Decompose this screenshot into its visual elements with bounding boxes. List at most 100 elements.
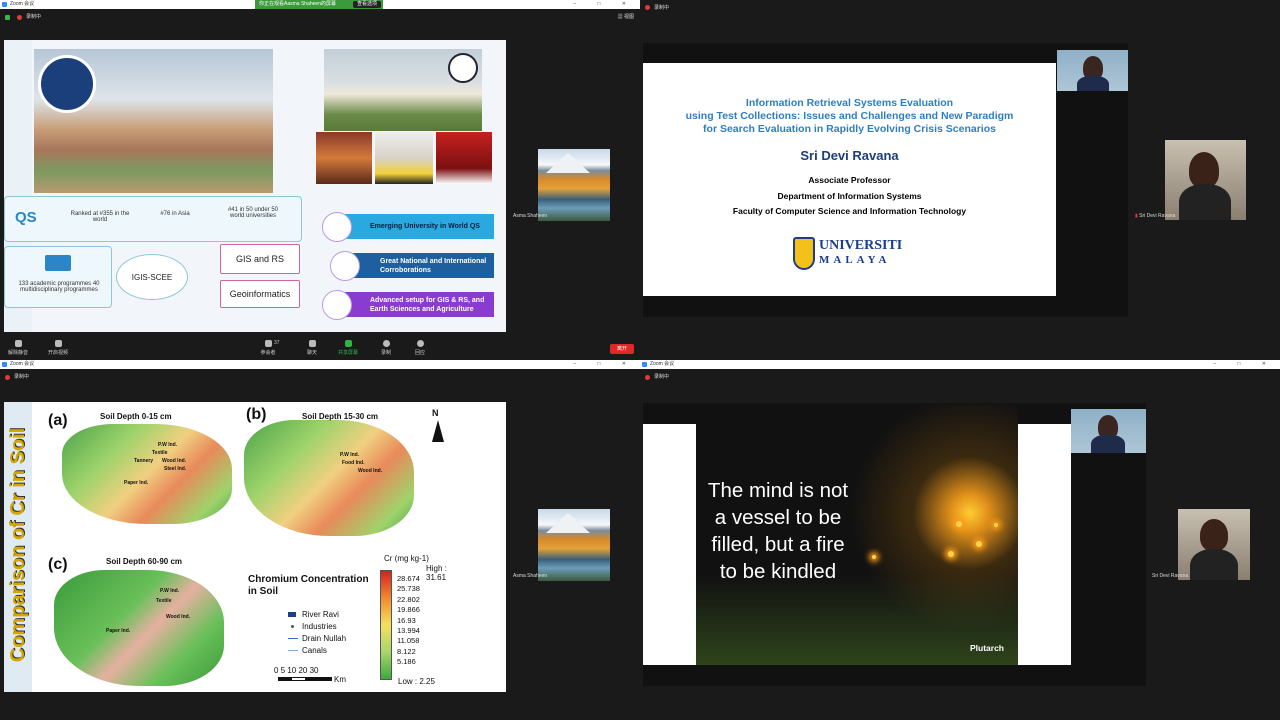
legend-drain: Drain Nullah xyxy=(302,634,347,643)
zoom-logo-icon xyxy=(642,362,647,367)
universiti-malaya-logo: UNIVERSITI MALAYA xyxy=(793,237,905,273)
presentation-area-2: Information Retrieval Systems Evaluation… xyxy=(643,43,1128,317)
leave-button[interactable]: 离开 xyxy=(610,344,634,354)
zoom-logo-icon xyxy=(2,2,7,7)
news-thumb-1 xyxy=(316,132,372,184)
legend-industries: Industries xyxy=(302,622,337,631)
colorbar-unit: Cr (mg kg-1) xyxy=(384,554,429,563)
person-silhouette xyxy=(1189,152,1219,188)
window-controls[interactable]: – □ ✕ xyxy=(573,360,636,369)
view-button[interactable]: ▦ 视图 xyxy=(618,13,634,20)
rankings-box: QS Ranked at #355 in the world #76 in As… xyxy=(4,196,302,242)
qs-logo: QS xyxy=(15,209,37,226)
shared-screen: QS Ranked at #355 in the world #76 in As… xyxy=(4,40,506,332)
talk-title: Information Retrieval Systems Evaluation… xyxy=(685,97,1014,135)
microphone-icon xyxy=(14,340,22,347)
quote-slide-area: The mind is not a vessel to be filled, b… xyxy=(643,403,1146,686)
north-arrow-label: N xyxy=(432,408,439,418)
mountain-shape xyxy=(546,513,590,533)
mountain-shape xyxy=(546,153,590,173)
circle-2 xyxy=(330,251,360,281)
zoom-window-1: Zoom 会议 – □ ✕ 你正在观看Aasma Shaheen的屏幕 查看选项… xyxy=(0,0,640,360)
record-icon xyxy=(382,340,390,347)
colorbar-high: High : 31.61 xyxy=(426,564,447,582)
record-dot-icon xyxy=(17,15,22,20)
chromium-maps-figure: (a) (b) (c) Soil Depth 0-15 cm Soil Dept… xyxy=(34,402,454,692)
legend-title: Chromium Concentration in Soil xyxy=(248,574,369,597)
participant-video-asma[interactable] xyxy=(538,149,610,221)
chat-icon xyxy=(308,340,316,347)
legend-canals: Canals xyxy=(302,646,327,655)
participant-name: Sri Devi Ravana xyxy=(1152,573,1189,579)
sparkle-icon xyxy=(994,523,998,527)
building-photo xyxy=(324,49,482,131)
window-controls[interactable]: – □ ✕ xyxy=(573,0,636,9)
slide-margin-right xyxy=(1018,424,1071,665)
circle-1 xyxy=(322,212,352,242)
recording-bar: 录制中 xyxy=(0,369,640,386)
news-thumb-3 xyxy=(436,132,492,184)
recording-label: 录制中 xyxy=(654,374,670,380)
person-silhouette xyxy=(1200,519,1228,551)
window-title: Zoom 会议 xyxy=(10,361,35,367)
speaker-name: Sri Devi Ravana xyxy=(800,148,899,163)
map-panel-a xyxy=(62,424,232,524)
view-options-button[interactable]: 查看选项 xyxy=(352,1,381,8)
legend-river: River Ravi xyxy=(302,610,339,619)
screen-share-banner: 你正在观看Aasma Shaheen的屏幕 查看选项 xyxy=(255,0,383,9)
crest-icon xyxy=(793,237,815,270)
canal-symbol-icon xyxy=(288,650,298,651)
share-screen-button[interactable]: 共享屏幕 xyxy=(334,340,362,356)
river-symbol-icon xyxy=(288,612,296,617)
title-bar: Zoom 会议 – □ ✕ xyxy=(640,360,1280,369)
chat-button[interactable]: 聊天 xyxy=(298,340,326,356)
drain-symbol-icon xyxy=(288,638,298,639)
title-bar: Zoom 会议 – □ ✕ xyxy=(0,360,640,369)
reactions-button[interactable]: 回应 xyxy=(406,340,434,356)
record-dot-icon xyxy=(645,375,650,380)
sparkler-photo: The mind is not a vessel to be filled, b… xyxy=(696,403,1018,665)
video-button[interactable]: 开启视频 xyxy=(44,340,72,356)
news-thumb-2 xyxy=(375,132,433,184)
university-seal-icon xyxy=(38,55,96,113)
participant-name: Asma Shaheen xyxy=(513,213,548,219)
participant-video-asma-2[interactable] xyxy=(538,509,610,581)
north-arrow-icon xyxy=(432,420,444,442)
graduation-cap-icon xyxy=(45,255,71,271)
pill-advanced: Advanced setup for GIS & RS, and Earth S… xyxy=(334,292,494,317)
map-panel-c xyxy=(54,570,224,686)
shared-screen-map: Comparison of Cr in Soil (a) (b) (c) Soi… xyxy=(4,402,506,692)
window-title: Zoom 会议 xyxy=(10,1,35,7)
speaker-self-video[interactable] xyxy=(1057,50,1128,91)
participant-video-sri-devi-2[interactable] xyxy=(1178,509,1250,580)
pill-emerging: Emerging University in World QS xyxy=(334,214,494,239)
campus-photo xyxy=(34,49,273,193)
title-slide: Information Retrieval Systems Evaluation… xyxy=(643,63,1056,296)
scale-bar xyxy=(278,677,332,681)
geoinformatics-box: Geoinformatics xyxy=(220,280,300,308)
speaker-self-video-2[interactable] xyxy=(1071,409,1146,453)
security-shield-icon[interactable] xyxy=(5,15,10,20)
mic-muted-icon: ▮ xyxy=(1135,213,1138,219)
scale-bar-label: 0 5 10 20 30 xyxy=(274,666,319,675)
participant-video-sri-devi[interactable] xyxy=(1165,140,1246,220)
participant-name: ▮ Sri Devi Ravana xyxy=(1135,213,1176,219)
quote-author: Plutarch xyxy=(969,643,1004,653)
slide-margin-left xyxy=(643,424,696,665)
recording-label: 录制中 xyxy=(654,5,670,11)
recording-label: 录制中 xyxy=(14,374,30,380)
circle-3 xyxy=(322,290,352,320)
window-controls[interactable]: – □ ✕ xyxy=(1213,360,1276,369)
participants-count: 37 xyxy=(274,340,280,346)
camera-icon xyxy=(54,340,62,347)
sparkle-icon xyxy=(872,555,876,559)
speaker-affiliation: Associate Professor Department of Inform… xyxy=(732,175,967,216)
mute-button[interactable]: 解除静音 xyxy=(4,340,32,356)
emoji-icon xyxy=(416,340,424,347)
record-button[interactable]: 录制 xyxy=(372,340,400,356)
sparkle-icon xyxy=(956,521,962,527)
recording-bar: 录制中 xyxy=(0,9,640,26)
record-dot-icon xyxy=(5,375,10,380)
colorbar-low: Low : 2.25 xyxy=(398,677,435,686)
meeting-toolbar: 解除静音 开启视频 参会者 37 聊天 共享屏幕 录制 回应 离开 xyxy=(0,338,640,360)
